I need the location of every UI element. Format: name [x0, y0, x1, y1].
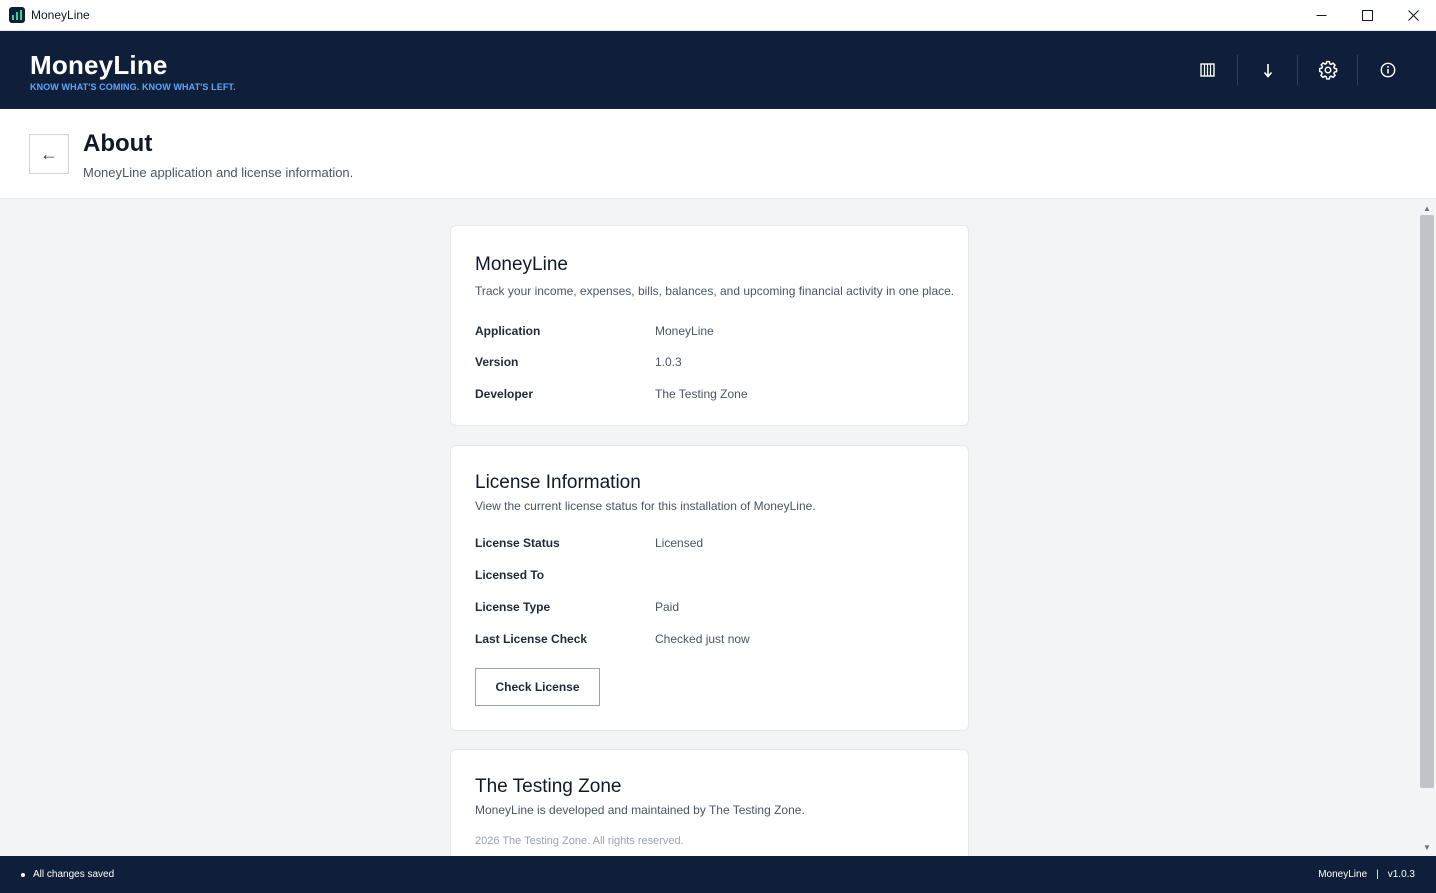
license-card: License Information View the current lic… — [450, 445, 969, 731]
close-icon — [1407, 10, 1419, 21]
last-license-check-value: Checked just now — [655, 632, 750, 646]
status-version: v1.0.3 — [1387, 869, 1415, 880]
app-header: MoneyLine KNOW WHAT'S COMING. KNOW WHAT'… — [0, 31, 1436, 109]
about-button[interactable] — [1358, 51, 1417, 89]
last-license-check-label: Last License Check — [475, 632, 588, 646]
back-arrow-icon: ← — [40, 143, 58, 164]
license-status-value: Licensed — [655, 536, 704, 550]
minimize-icon — [1316, 15, 1326, 16]
company-card-title: The Testing Zone — [475, 776, 622, 797]
page-subtitle: MoneyLine application and license inform… — [83, 165, 354, 180]
company-card-description: MoneyLine is developed and maintained by… — [475, 803, 805, 817]
status-app-name: MoneyLine — [1318, 869, 1368, 880]
app-info-card: MoneyLine Track your income, expenses, b… — [450, 225, 969, 426]
download-icon — [1263, 63, 1272, 78]
status-bar: All changes saved MoneyLine | v1.0.3 — [0, 856, 1436, 893]
page-header: ← About MoneyLine application and licens… — [0, 109, 1436, 199]
company-card: The Testing Zone MoneyLine is developed … — [450, 749, 969, 856]
settings-button[interactable] — [1298, 51, 1357, 89]
license-type-value: Paid — [655, 600, 680, 614]
brand: MoneyLine KNOW WHAT'S COMING. KNOW WHAT'… — [30, 50, 236, 92]
licensed-to-label: Licensed To — [475, 568, 545, 582]
brand-name: MoneyLine — [30, 50, 168, 80]
save-status: All changes saved — [21, 869, 114, 880]
save-status-text: All changes saved — [33, 869, 115, 880]
developer-row-value: The Testing Zone — [655, 387, 748, 401]
maximize-button[interactable] — [1344, 0, 1390, 31]
scroll-down-icon[interactable]: ▼ — [1418, 840, 1436, 854]
app-card-title: MoneyLine — [475, 254, 568, 275]
download-button[interactable] — [1238, 51, 1297, 89]
license-status-label: License Status — [475, 536, 560, 550]
scroll-up-icon[interactable]: ▲ — [1418, 201, 1436, 215]
columns-icon — [1200, 63, 1215, 77]
vertical-scrollbar[interactable]: ▲ ▼ — [1418, 199, 1436, 856]
window-titlebar: MoneyLine — [0, 0, 1436, 31]
license-card-title: License Information — [475, 472, 641, 493]
columns-button[interactable] — [1178, 51, 1237, 89]
developer-row-label: Developer — [475, 387, 534, 401]
app-row-label: Application — [475, 324, 541, 338]
page-title: About — [83, 130, 153, 157]
version-row-label: Version — [475, 355, 519, 369]
close-button[interactable] — [1390, 0, 1436, 31]
maximize-icon — [1361, 10, 1373, 21]
check-license-button[interactable]: Check License — [475, 668, 600, 706]
copyright-text: 2026 The Testing Zone. All rights reserv… — [475, 835, 684, 847]
license-type-label: License Type — [475, 600, 551, 614]
status-dot-icon — [21, 872, 25, 877]
gear-icon — [1318, 60, 1337, 80]
window-title: MoneyLine — [31, 8, 90, 22]
app-card-description: Track your income, expenses, bills, bala… — [475, 284, 955, 298]
app-icon — [9, 7, 25, 23]
content-area: MoneyLine Track your income, expenses, b… — [0, 199, 1418, 856]
status-separator: | — [1376, 869, 1379, 880]
info-icon — [1380, 62, 1395, 78]
license-card-description: View the current license status for this… — [475, 499, 816, 513]
back-button[interactable]: ← — [29, 134, 69, 174]
app-version-info: MoneyLine | v1.0.3 — [1318, 869, 1415, 880]
header-actions — [1178, 51, 1417, 89]
app-row-value: MoneyLine — [655, 324, 714, 338]
minimize-button[interactable] — [1298, 0, 1344, 31]
version-row-value: 1.0.3 — [655, 355, 682, 369]
window-controls — [1298, 0, 1436, 31]
brand-tagline: KNOW WHAT'S COMING. KNOW WHAT'S LEFT. — [30, 82, 236, 92]
scrollbar-thumb[interactable] — [1420, 215, 1434, 788]
